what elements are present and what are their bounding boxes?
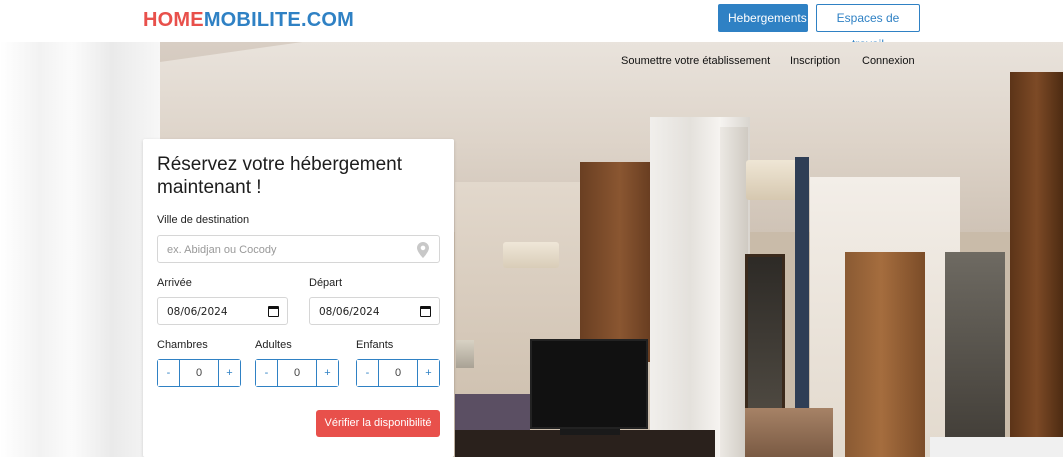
arrival-date-input[interactable]: 08/06/2024	[157, 297, 288, 325]
map-pin-icon	[417, 242, 429, 258]
children-count[interactable]: 0	[379, 360, 417, 386]
departure-label: Départ	[309, 277, 343, 289]
children-plus-button[interactable]: +	[417, 360, 439, 386]
destination-input[interactable]: ex. Abidjan ou Cocody	[157, 235, 440, 263]
adults-plus-button[interactable]: +	[316, 360, 338, 386]
destination-label: Ville de destination	[157, 214, 250, 226]
calendar-icon[interactable]	[420, 306, 431, 317]
espaces-de-travail-button[interactable]: Espaces de travail	[816, 4, 920, 51]
booking-title: Réservez votre hébergement maintenant !	[157, 154, 403, 198]
adults-minus-button[interactable]: -	[256, 360, 278, 386]
calendar-icon[interactable]	[268, 306, 279, 317]
top-bar: HOMEMOBILITE.COM Hebergements Espaces de…	[0, 0, 1063, 51]
children-stepper: - 0 +	[356, 359, 440, 387]
rooms-stepper: - 0 +	[157, 359, 241, 387]
arrival-label: Arrivée	[157, 277, 192, 289]
site-logo[interactable]: HOMEMOBILITE.COM	[143, 9, 354, 32]
destination-placeholder: ex. Abidjan ou Cocody	[167, 244, 277, 256]
hebergements-button[interactable]: Hebergements	[718, 4, 808, 32]
arrival-date-value: 08/06/2024	[167, 306, 228, 318]
departure-date-input[interactable]: 08/06/2024	[309, 297, 440, 325]
logo-part-home: HOME	[143, 9, 204, 31]
adults-label: Adultes	[255, 339, 292, 351]
departure-date-value: 08/06/2024	[319, 306, 380, 318]
logo-part-mobilite: MOBILITE.COM	[203, 9, 354, 31]
booking-card: Réservez votre hébergement maintenant ! …	[143, 139, 454, 457]
rooms-label: Chambres	[157, 339, 208, 351]
nav-connexion[interactable]: Connexion	[862, 55, 915, 67]
rooms-plus-button[interactable]: +	[218, 360, 240, 386]
children-minus-button[interactable]: -	[357, 360, 379, 386]
adults-stepper: - 0 +	[255, 359, 339, 387]
nav-soumettre-etablissement[interactable]: Soumettre votre établissement	[621, 55, 770, 67]
adults-count[interactable]: 0	[278, 360, 316, 386]
children-label: Enfants	[356, 339, 394, 351]
check-availability-button[interactable]: Vérifier la disponibilité	[316, 410, 440, 437]
rooms-count[interactable]: 0	[180, 360, 218, 386]
rooms-minus-button[interactable]: -	[158, 360, 180, 386]
nav-inscription[interactable]: Inscription	[790, 55, 840, 67]
